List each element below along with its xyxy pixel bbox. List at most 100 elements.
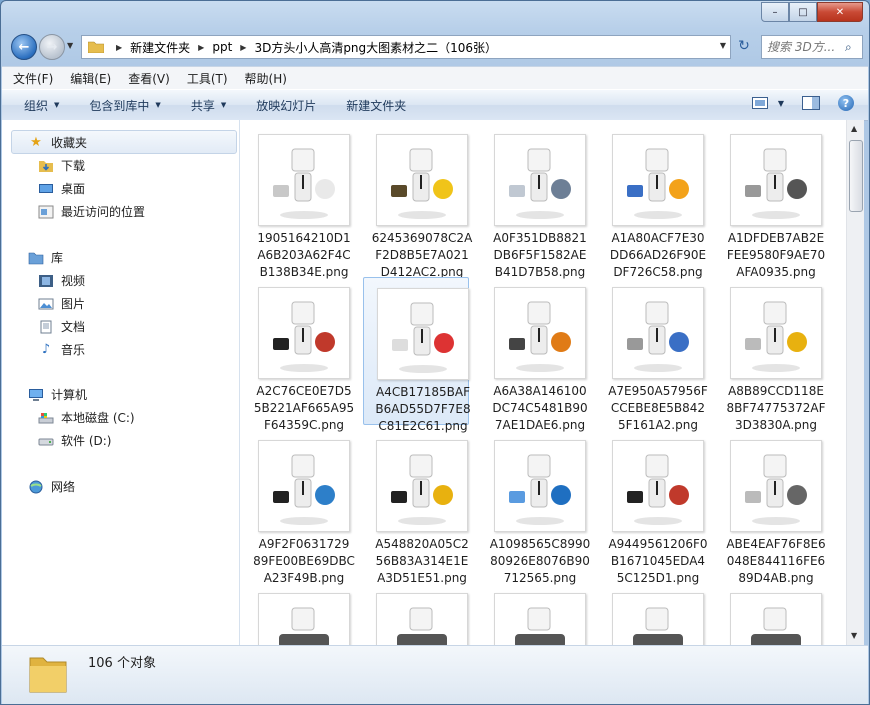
menu-tools[interactable]: 工具(T) [181,70,234,87]
file-item[interactable] [481,583,586,645]
file-item[interactable]: A9F2F0631729 89FE00BE69DBC A23F49B.png [245,430,355,585]
dropdown-arrow-icon: ▼ [220,101,227,109]
view-options-icon[interactable] [751,97,768,109]
scroll-up-icon[interactable]: ▲ [851,124,857,133]
menu-view[interactable]: 查看(V) [122,70,176,87]
minimize-button[interactable]: – [761,2,789,22]
slideshow-button[interactable]: 放映幻灯片 [256,97,316,114]
caption-buttons: – □ ✕ [761,2,863,22]
file-name-line: F2D8B5E7A021 [375,248,469,262]
breadcrumb-chevron-icon[interactable]: ▶ [240,43,246,52]
video-icon [38,274,54,288]
item-count: 106 个对象 [88,656,156,671]
drive-icon [38,434,54,448]
forward-button[interactable]: → [39,34,65,60]
address-bar[interactable]: ▶ 新建文件夹 ▶ ppt ▶ 3D方头小人高清png大图素材之二（106张） … [81,35,731,59]
organize-button[interactable]: 组织 ▼ [24,97,59,114]
image-thumbnail [494,287,586,379]
address-dropdown-icon[interactable]: ▼ [720,41,726,50]
scroll-thumb[interactable] [849,140,863,212]
command-bar: 组织 ▼ 包含到库中 ▼ 共享 ▼ 放映幻灯片 新建文件夹 ▼ ? [2,89,868,121]
file-name: A8B89CCD118E 8BF74775372AF 3D3830A.png [717,383,835,434]
close-button[interactable]: ✕ [817,2,863,22]
slideshow-label: 放映幻灯片 [256,98,317,113]
file-item[interactable]: A2C76CE0E7D5 5B221AF665A95 F64359C.png [245,277,354,432]
nav-downloads[interactable]: 下载 [38,157,85,174]
search-box[interactable]: ⌕ [761,35,863,59]
breadcrumb-chevron-icon[interactable]: ▶ [198,43,204,52]
share-button[interactable]: 共享 ▼ [191,97,226,114]
file-name-line: ABE4EAF76F8E6 [726,537,826,551]
image-thumbnail [376,134,468,226]
dropdown-arrow-icon: ▼ [54,101,60,109]
file-item[interactable]: A8B89CCD118E 8BF74775372AF 3D3830A.png [717,277,825,432]
nav-libraries[interactable]: 库 [28,249,63,266]
image-thumbnail [376,440,468,532]
file-item[interactable]: A7E950A57956F CCEBE8E5B842 5F161A2.png [599,277,708,432]
preview-pane-icon[interactable] [802,96,820,110]
nav-recent-places[interactable]: 最近访问的位置 [38,203,145,220]
image-thumbnail [730,134,822,226]
nav-favorites[interactable]: ★ 收藏夹 [28,134,87,151]
file-item[interactable]: A1DFDEB7AB2E FEE9580F9AE70 AFA0935.png [717,124,825,279]
file-name-line: DC74C5481B90 [492,401,588,415]
file-item[interactable]: A9449561206F0 B1671045EDA4 5C125D1.png [599,430,708,585]
file-name-line: CCEBE8E5B842 [610,401,706,415]
nav-documents[interactable]: 文档 [38,318,85,335]
nav-network[interactable]: 网络 [28,478,75,495]
file-item[interactable] [717,583,822,645]
nav-drive-c[interactable]: 本地磁盘 (C:) [38,409,135,426]
search-icon[interactable]: ⌕ [845,40,852,55]
breadcrumb-chevron-icon[interactable]: ▶ [116,43,122,52]
file-item[interactable]: ABE4EAF76F8E6 048E844116FE6 89D4AB.png [717,430,826,585]
network-icon [28,480,44,494]
history-dropdown-icon[interactable]: ▼ [67,41,73,50]
new-folder-button[interactable]: 新建文件夹 [346,97,406,114]
menu-file[interactable]: 文件(F) [7,70,59,87]
nav-music[interactable]: ♪ 音乐 [38,341,85,358]
file-item[interactable]: A6A38A146100 DC74C5481B90 7AE1DAE6.png [481,277,588,432]
image-thumbnail [730,287,822,379]
breadcrumb-item[interactable]: 3D方头小人高清png大图素材之二（106张） [254,39,497,56]
file-item[interactable] [599,583,704,645]
breadcrumb-item[interactable]: ppt [212,40,232,54]
refresh-button[interactable]: ↻ [733,35,755,57]
image-thumbnail [612,287,704,379]
file-item[interactable]: A1098565C8990 80926E8076B90 712565.png [481,430,590,585]
include-in-library-button[interactable]: 包含到库中 ▼ [89,97,160,114]
vertical-scrollbar[interactable]: ▲ ▼ [846,120,864,645]
file-item[interactable] [245,583,350,645]
file-item[interactable] [363,583,468,645]
menu-edit[interactable]: 编辑(E) [64,70,117,87]
nav-pictures[interactable]: 图片 [38,295,85,312]
nav-videos[interactable]: 视频 [38,272,85,289]
file-item[interactable]: 6245369078C2A F2D8B5E7A021 D412AC2.png [363,124,472,279]
file-name-line: A4CB17185BAF [376,385,470,399]
recent-places-icon [38,205,54,219]
file-item[interactable]: A1A80ACF7E30 DD66AD26F90E DF726C58.png [599,124,706,279]
nav-desktop[interactable]: 桌面 [38,180,85,197]
image-thumbnail [730,440,822,532]
file-item[interactable]: A0F351DB8821 DB6F5F1582AE B41D7B58.png [481,124,587,279]
image-thumbnail [376,593,468,645]
view-dropdown-icon[interactable]: ▼ [778,99,784,108]
menu-help[interactable]: 帮助(H) [239,70,293,87]
scroll-down-icon[interactable]: ▼ [851,631,857,640]
search-input[interactable] [762,39,845,55]
breadcrumb-item[interactable]: 新建文件夹 [130,39,190,56]
folder-icon [88,41,104,53]
back-button[interactable]: ← [11,34,37,60]
nav-computer[interactable]: 计算机 [28,386,87,403]
maximize-button[interactable]: □ [789,2,817,22]
image-thumbnail [494,134,586,226]
file-item[interactable]: A4CB17185BAF B6AD55D7F7E8 C81E2C61.png [363,277,471,433]
file-name-line: 048E844116FE6 [726,554,826,568]
help-icon[interactable]: ? [838,95,854,111]
file-item[interactable]: A548820A05C2 56B83A314E1E A3D51E51.png [363,430,469,585]
nav-label: 库 [51,251,64,265]
file-item[interactable]: 1905164210D1 A6B203A62F4C B138B34E.png [245,124,351,279]
image-thumbnail [494,593,586,645]
nav-drive-d[interactable]: 软件 (D:) [38,432,111,449]
music-icon: ♪ [41,342,51,357]
file-name: A9F2F0631729 89FE00BE69DBC A23F49B.png [245,536,363,587]
